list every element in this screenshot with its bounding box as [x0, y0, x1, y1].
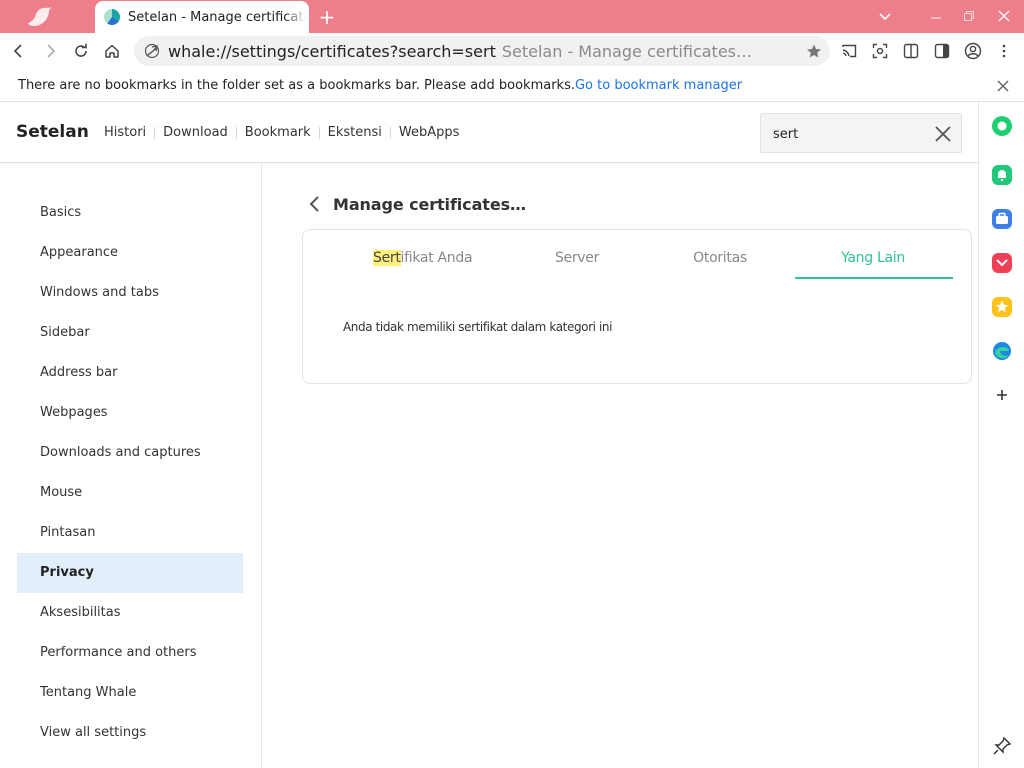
sidebar-item-shortcuts[interactable]: Pintasan [17, 513, 243, 553]
sidebar-item-webpages[interactable]: Webpages [17, 393, 243, 433]
close-bookmarks-bar-icon[interactable] [994, 77, 1012, 95]
split-view-icon [903, 43, 919, 59]
screenshot-icon [872, 43, 888, 59]
bird-logo-icon [28, 7, 51, 26]
url-page-title: Setelan - Manage certificates… [501, 41, 753, 61]
sidebar-item-sidebar[interactable]: Sidebar [17, 313, 243, 353]
profile-icon [964, 42, 982, 60]
bookmarks-empty-text: There are no bookmarks in the folder set… [18, 78, 575, 93]
forward-icon [47, 44, 56, 58]
sidebar-item-accessibility[interactable]: Aksesibilitas [17, 593, 243, 633]
tab-authorities[interactable]: Otoritas [687, 250, 753, 266]
tab-your-certificates-rest: ifikat Anda [400, 250, 473, 266]
wallet-icon[interactable] [991, 208, 1013, 230]
sidebar-item-privacy[interactable]: Privacy [17, 553, 243, 593]
settings-brand: Setelan [16, 122, 89, 142]
edge-icon[interactable] [991, 340, 1013, 362]
settings-sidebar: Basics Appearance Windows and tabs Sideb… [0, 163, 262, 768]
cast-button[interactable] [836, 38, 862, 64]
screenshot-button[interactable] [867, 38, 893, 64]
pinned-tab[interactable] [0, 0, 92, 33]
sidebar-item-view-all-settings[interactable]: View all settings [17, 713, 243, 753]
add-icon[interactable] [991, 384, 1013, 406]
home-icon [105, 44, 119, 58]
notification-icon[interactable] [991, 164, 1013, 186]
page-header: Manage certificates… [304, 190, 526, 218]
tab-list-button[interactable] [873, 4, 897, 28]
sidebar-item-address-bar[interactable]: Address bar [17, 353, 243, 393]
tab-your-certificates[interactable]: Sertifikat Anda [373, 250, 473, 266]
menu-icon [1002, 44, 1006, 58]
cast-icon [842, 44, 857, 58]
nav-webapps[interactable]: WebApps [399, 125, 460, 140]
nav-extensions[interactable]: Ekstensi [328, 125, 382, 140]
certificate-tabs: Sertifikat Anda Server Otoritas Yang Lai… [303, 230, 973, 280]
sidebar-item-mouse[interactable]: Mouse [17, 473, 243, 513]
page-title: Manage certificates… [333, 194, 526, 214]
url-text: whale://settings/certificates?search=ser… [168, 41, 496, 61]
bookmark-manager-link[interactable]: Go to bookmark manager [575, 78, 742, 93]
nav-bookmark[interactable]: Bookmark [245, 125, 311, 140]
close-window-button[interactable] [992, 4, 1016, 28]
settings-search-input[interactable] [773, 124, 923, 144]
restore-icon [964, 11, 974, 21]
back-button[interactable] [5, 38, 31, 64]
chevron-down-icon [879, 13, 891, 21]
tab-others[interactable]: Yang Lain [831, 250, 915, 266]
nav-separator [318, 126, 320, 139]
certificates-card: Sertifikat Anda Server Otoritas Yang Lai… [302, 229, 972, 384]
right-sidebar [978, 102, 1024, 768]
active-tab-indicator [795, 277, 953, 279]
bookmarks-bar-message: There are no bookmarks in the folder set… [18, 78, 742, 93]
split-view-button[interactable] [898, 38, 924, 64]
sidebar-toggle-icon [934, 43, 950, 59]
bookmark-star-icon [807, 44, 821, 58]
toolbar: whale://settings/certificates?search=ser… [0, 33, 1024, 69]
sidebar-item-appearance[interactable]: Appearance [17, 233, 243, 273]
back-arrow-icon[interactable] [304, 193, 326, 215]
settings-nav: Histori Download Bookmark Ekstensi WebAp… [104, 125, 459, 140]
site-info-icon[interactable] [144, 43, 160, 59]
minimize-icon [931, 17, 941, 19]
forward-button[interactable] [38, 38, 64, 64]
clear-search-icon[interactable] [933, 124, 953, 144]
nav-download[interactable]: Download [163, 125, 228, 140]
nav-separator [389, 126, 391, 139]
sidebar-item-about-whale[interactable]: Tentang Whale [17, 673, 243, 713]
whale-favicon-icon [104, 9, 120, 25]
close-window-icon [998, 10, 1010, 22]
sidebar-item-windows-and-tabs[interactable]: Windows and tabs [17, 273, 243, 313]
search-highlight: Sert [373, 250, 401, 266]
sidebar-item-performance[interactable]: Performance and others [17, 633, 243, 673]
home-button[interactable] [99, 38, 125, 64]
nav-separator [154, 126, 156, 139]
profile-button[interactable] [960, 38, 986, 64]
bookmark-star-button[interactable] [801, 38, 827, 64]
pin-icon[interactable] [991, 735, 1013, 757]
main-menu-button[interactable] [991, 38, 1017, 64]
address-bar[interactable]: whale://settings/certificates?search=ser… [134, 36, 830, 66]
favorites-star-icon[interactable] [991, 296, 1013, 318]
sidebar-item-downloads-and-captures[interactable]: Downloads and captures [17, 433, 243, 473]
settings-header: Setelan Histori Download Bookmark Eksten… [0, 102, 978, 163]
tab-server[interactable]: Server [547, 250, 607, 266]
title-bar: Setelan - Manage certificates… + [0, 0, 1024, 33]
nav-history[interactable]: Histori [104, 125, 146, 140]
pocket-icon[interactable] [991, 252, 1013, 274]
minimize-button[interactable] [924, 4, 948, 28]
active-tab[interactable]: Setelan - Manage certificates… [95, 1, 309, 33]
bookmarks-bar: There are no bookmarks in the folder set… [0, 69, 1024, 102]
sidebar-toggle-button[interactable] [929, 38, 955, 64]
green-status-icon[interactable] [991, 115, 1013, 137]
restore-button[interactable] [957, 4, 981, 28]
reload-icon [75, 43, 87, 57]
tab-title: Setelan - Manage certificates… [128, 9, 306, 25]
back-icon [13, 44, 22, 58]
empty-state-message: Anda tidak memiliki sertifikat dalam kat… [343, 320, 613, 334]
sidebar-item-basics[interactable]: Basics [17, 193, 243, 233]
reload-button[interactable] [68, 38, 94, 64]
settings-search[interactable] [760, 113, 962, 153]
nav-separator [235, 126, 237, 139]
new-tab-button[interactable]: + [316, 6, 338, 28]
